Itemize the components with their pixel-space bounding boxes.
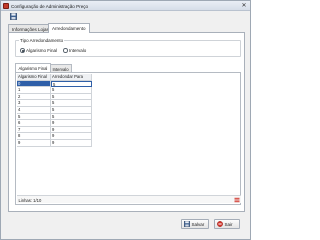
cell-arredondar-para[interactable]: 9 [51,120,92,127]
table-row[interactable]: 45 [17,106,92,114]
rounding-type-legend: Tipo Arredondamento [19,38,65,43]
table-row[interactable]: 79 [17,126,92,134]
table-row[interactable]: 99 [17,139,92,147]
toolbar [1,12,250,21]
close-button[interactable]: ✕ [240,3,248,10]
cell-algarismo-final[interactable]: 9 [17,139,51,147]
cell-arredondar-para[interactable]: 5 [51,87,92,94]
column-header-algarismo-final[interactable]: Algarismo Final [17,74,51,81]
cell-arredondar-para[interactable]: 5 [51,93,92,101]
table-row[interactable]: 05 [17,80,92,88]
column-header-arredondar-para[interactable]: Arredondar Para [51,74,92,81]
cell-algarismo-final[interactable]: 6 [17,120,51,127]
rounding-grid: Algarismo Final Arredondar Para 05152535… [17,74,92,147]
cell-arredondar-para[interactable]: 5 [51,100,92,107]
cell-algarismo-final[interactable]: 0 [17,80,51,88]
floppy-disk-icon [10,13,17,20]
cell-algarismo-final[interactable]: 3 [17,100,51,107]
radio-algarismo-final-label: Algarismo Final [26,48,58,53]
grid-header: Algarismo Final Arredondar Para [17,74,92,81]
cell-algarismo-final[interactable]: 2 [17,93,51,101]
table-row[interactable]: 55 [17,113,92,121]
table-row[interactable]: 25 [17,93,92,101]
cell-algarismo-final[interactable]: 8 [17,133,51,140]
title-bar: Configuração de Administração Preço ✕ [1,1,250,11]
cell-arredondar-para[interactable]: 5 [51,113,92,121]
grid-status-bar: Linhas: 1/10 [17,195,241,203]
table-row[interactable]: 89 [17,133,92,140]
cell-arredondar-para[interactable]: 5 [51,80,92,88]
cell-arredondar-para[interactable]: 9 [51,139,92,147]
cell-arredondar-para[interactable]: 9 [51,126,92,134]
stop-icon [217,221,223,227]
exit-button-label: Sair [224,221,233,227]
config-window: Configuração de Administração Preço ✕ In… [0,0,251,240]
cell-algarismo-final[interactable]: 5 [17,113,51,121]
radio-selected-icon[interactable] [20,48,25,53]
radio-unselected-icon[interactable] [63,48,68,53]
arredondamento-panel: Tipo Arredondamento Algarismo Final Inte… [8,32,245,212]
grid-options-icon[interactable] [234,197,240,203]
cell-arredondar-para[interactable]: 5 [51,106,92,114]
cell-algarismo-final[interactable]: 1 [17,87,51,94]
save-toolbar-button[interactable] [10,13,17,20]
floppy-disk-icon [184,221,190,227]
table-row[interactable]: 69 [17,120,92,127]
radio-algarismo-final[interactable]: Algarismo Final [20,48,57,53]
save-button[interactable]: Salvar [181,219,209,229]
radio-intervalo-label: Intervalo [69,48,87,53]
grid-body: 05152535455569798999 [17,80,92,147]
table-row[interactable]: 35 [17,100,92,107]
algarismo-final-panel: Algarismo Final Arredondar Para 05152535… [15,72,241,205]
exit-button[interactable]: Sair [214,219,240,229]
cell-algarismo-final[interactable]: 4 [17,106,51,114]
radio-intervalo[interactable]: Intervalo [63,48,86,53]
row-count-text: Linhas: 1/10 [18,197,42,203]
save-button-label: Salvar [191,221,205,227]
cell-arredondar-para[interactable]: 9 [51,133,92,140]
window-title: Configuração de Administração Preço [11,3,89,9]
cell-algarismo-final[interactable]: 7 [17,126,51,134]
subtab-algarismo-final[interactable]: Algarismo Final [15,63,51,72]
tab-arredondamento[interactable]: Arredondamento [48,23,90,33]
rounding-type-group: Tipo Arredondamento Algarismo Final Inte… [15,38,241,57]
table-row[interactable]: 15 [17,87,92,94]
app-icon [3,3,9,9]
subtab-intervalo[interactable]: Intervalo [49,64,73,72]
